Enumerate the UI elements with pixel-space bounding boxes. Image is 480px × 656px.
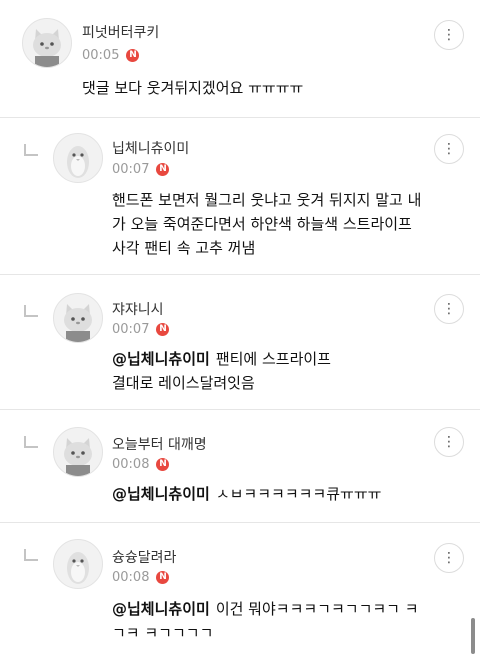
more-options-button[interactable]: ⋮	[434, 427, 464, 457]
reply-arrow-icon	[24, 436, 38, 448]
comment-nickname[interactable]: 오늘부터 대깨명	[112, 434, 207, 454]
more-options-button[interactable]: ⋮	[434, 20, 464, 50]
comment-item: 슝슝달려라 00:08 N ⋮ @닙체니츄이미 이건 뭐야ㅋㅋㅋㄱㅋㄱㄱㅋㄱ ㅋ …	[0, 523, 480, 656]
comment-nickname[interactable]: 슝슝달려라	[112, 547, 176, 567]
new-badge-icon: N	[126, 49, 140, 62]
mention-link[interactable]: @닙체니츄이미	[112, 600, 210, 618]
comment-text-line: ㄱㅋ ㅋㄱㄱㄱㄱ	[112, 624, 214, 642]
comment-nickname[interactable]: 닙체니츄이미	[112, 138, 189, 158]
comment-meta: 00:08 N	[112, 457, 170, 472]
comment-item: 쟈쟈니시 00:07 N ⋮ @닙체니츄이미 팬티에 스프라이프 결대로 레이스달…	[0, 275, 480, 410]
mention-link[interactable]: @닙체니츄이미	[112, 485, 210, 503]
comment-time: 00:05	[82, 48, 120, 63]
mention-link[interactable]: @닙체니츄이미	[112, 350, 210, 368]
penguin-avatar-icon[interactable]	[53, 133, 103, 183]
reply-arrow-icon	[24, 549, 38, 561]
comment-text-line: 가 오늘 죽여준다면서 하얀색 하늘색 스트라이프	[112, 215, 412, 233]
reply-arrow-icon	[24, 144, 38, 156]
comment-meta: 00:07 N	[112, 322, 170, 337]
penguin-avatar-icon[interactable]	[53, 539, 103, 589]
comment-meta: 00:07 N	[112, 162, 170, 177]
comment-time: 00:08	[112, 457, 150, 472]
more-options-button[interactable]: ⋮	[434, 543, 464, 573]
comment-item: 오늘부터 대깨명 00:08 N ⋮ @닙체니츄이미 ㅅㅂㅋㅋㅋㅋㅋㅋ큐ㅠㅠㅠ	[0, 410, 480, 523]
comment-nickname[interactable]: 쟈쟈니시	[112, 299, 164, 319]
comment-item: 닙체니츄이미 00:07 N ⋮ 핸드폰 보면저 뭘그리 웃냐고 웃겨 뒤지지 …	[0, 118, 480, 275]
cat-avatar-icon[interactable]	[22, 18, 72, 68]
comment-text-line: 댓글 보다 웃겨뒤지겠어요 ㅠㅠㅠㅠ	[82, 79, 304, 97]
comment-text: @닙체니츄이미 이건 뭐야ㅋㅋㅋㄱㅋㄱㄱㅋㄱ ㅋ ㄱㅋ ㅋㄱㄱㄱㄱ	[112, 597, 419, 645]
comment-meta: 00:08 N	[112, 570, 170, 585]
more-options-button[interactable]: ⋮	[434, 134, 464, 164]
comment-text-line: 사각 팬티 속 고추 꺼냄	[112, 239, 256, 257]
scrollbar[interactable]	[471, 618, 475, 654]
comment-nickname[interactable]: 피넛버터쿠키	[82, 22, 159, 42]
cat-avatar-icon[interactable]	[53, 293, 103, 343]
new-badge-icon: N	[156, 458, 170, 471]
comment-time: 00:07	[112, 322, 150, 337]
new-badge-icon: N	[156, 163, 170, 176]
comment-meta: 00:05 N	[82, 48, 140, 63]
comment-text-line: 핸드폰 보면저 뭘그리 웃냐고 웃겨 뒤지지 말고 내	[112, 191, 422, 209]
comment-text-line: @닙체니츄이미 ㅅㅂㅋㅋㅋㅋㅋㅋ큐ㅠㅠㅠ	[112, 485, 382, 503]
new-badge-icon: N	[156, 323, 170, 336]
comment-time: 00:08	[112, 570, 150, 585]
comment-text-line: @닙체니츄이미 이건 뭐야ㅋㅋㅋㄱㅋㄱㄱㅋㄱ ㅋ	[112, 600, 419, 618]
comment-text: @닙체니츄이미 ㅅㅂㅋㅋㅋㅋㅋㅋ큐ㅠㅠㅠ	[112, 482, 381, 506]
cat-avatar-icon[interactable]	[53, 427, 103, 477]
new-badge-icon: N	[156, 571, 170, 584]
comment-text-line: @닙체니츄이미 팬티에 스프라이프	[112, 350, 331, 368]
more-options-button[interactable]: ⋮	[434, 294, 464, 324]
reply-arrow-icon	[24, 305, 38, 317]
comment-text-line: 결대로 레이스달려잇음	[112, 374, 255, 392]
comment-time: 00:07	[112, 162, 150, 177]
comment-text: 댓글 보다 웃겨뒤지겠어요 ㅠㅠㅠㅠ	[82, 76, 303, 100]
comment-text: @닙체니츄이미 팬티에 스프라이프 결대로 레이스달려잇음	[112, 347, 331, 395]
comment-text: 핸드폰 보면저 뭘그리 웃냐고 웃겨 뒤지지 말고 내 가 오늘 죽여준다면서 …	[112, 188, 421, 260]
comment-item: 피넛버터쿠키 00:05 N ⋮ 댓글 보다 웃겨뒤지겠어요 ㅠㅠㅠㅠ	[0, 0, 480, 118]
